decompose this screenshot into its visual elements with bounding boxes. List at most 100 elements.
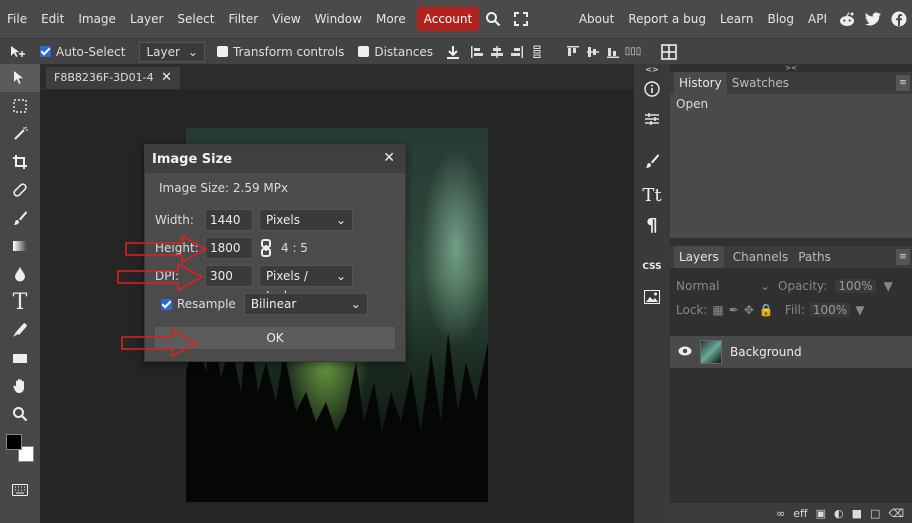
- align-middle-icon[interactable]: [583, 39, 603, 65]
- grid-icon[interactable]: [659, 39, 679, 65]
- menu-learn[interactable]: Learn: [713, 0, 761, 38]
- menu-filter[interactable]: Filter: [221, 0, 265, 38]
- document-tab[interactable]: F8B8236F-3D01-4 ✕: [46, 67, 180, 89]
- character-icon[interactable]: Tt: [634, 180, 670, 210]
- menu-api[interactable]: API: [801, 0, 834, 38]
- menu-file[interactable]: File: [0, 0, 34, 38]
- distances-option[interactable]: Distances: [358, 45, 433, 59]
- menu-edit[interactable]: Edit: [34, 0, 71, 38]
- align-bottom-icon[interactable]: [603, 39, 623, 65]
- lock-move-icon[interactable]: ✥: [744, 303, 754, 317]
- caret-down-icon[interactable]: ▼: [884, 279, 893, 293]
- keyboard-tool[interactable]: [0, 476, 40, 504]
- adjustment-layer-icon[interactable]: ◐: [834, 507, 844, 520]
- layer-select[interactable]: Layer ⌄: [139, 41, 205, 62]
- caret-down-icon[interactable]: ▼: [855, 303, 864, 317]
- menu-about[interactable]: About: [572, 0, 621, 38]
- fill-input[interactable]: 100%: [809, 303, 851, 317]
- auto-select-option[interactable]: Auto-Select: [40, 45, 125, 59]
- tab-channels[interactable]: Channels: [728, 246, 794, 268]
- search-icon[interactable]: [479, 0, 507, 38]
- tab-history[interactable]: History: [674, 72, 727, 94]
- transform-controls-option[interactable]: Transform controls: [216, 45, 344, 59]
- lock-paint-icon[interactable]: ✒: [729, 303, 739, 317]
- align-top-icon[interactable]: [563, 39, 583, 65]
- facebook-icon[interactable]: [886, 0, 912, 38]
- download-icon[interactable]: [443, 39, 463, 65]
- opacity-input[interactable]: 100%: [835, 279, 876, 293]
- align-left-icon[interactable]: [467, 39, 487, 65]
- chain-link-icon[interactable]: [261, 239, 273, 257]
- brush-settings-icon[interactable]: [634, 146, 670, 176]
- trash-icon[interactable]: ⌫: [888, 507, 904, 520]
- move-tool[interactable]: [0, 64, 40, 92]
- collapse-arrows-icon[interactable]: <>: [634, 64, 670, 74]
- close-icon[interactable]: ✕: [383, 150, 395, 166]
- fill-tool[interactable]: [0, 260, 40, 288]
- width-input[interactable]: 1440: [205, 209, 253, 231]
- menu-report-bug[interactable]: Report a bug: [621, 0, 713, 38]
- twitter-icon[interactable]: [860, 0, 886, 38]
- color-swatches[interactable]: [0, 428, 40, 468]
- new-layer-icon[interactable]: □: [870, 507, 880, 520]
- crop-tool[interactable]: [0, 148, 40, 176]
- tab-layers[interactable]: Layers: [674, 246, 724, 268]
- shape-tool[interactable]: [0, 344, 40, 372]
- layer-row[interactable]: Background: [670, 336, 912, 368]
- paragraph-icon[interactable]: ¶: [634, 210, 670, 240]
- distribute-horizontal-icon[interactable]: ▯▯▯: [623, 39, 643, 65]
- distribute-icon[interactable]: [527, 39, 547, 65]
- healing-tool[interactable]: [0, 176, 40, 204]
- menu-blog[interactable]: Blog: [760, 0, 801, 38]
- mask-icon[interactable]: ▣: [816, 507, 826, 520]
- dpi-unit-select[interactable]: Pixels / Inch ⌄: [259, 265, 353, 303]
- distances-checkbox[interactable]: [358, 46, 370, 57]
- text-tool[interactable]: T: [0, 288, 40, 316]
- foreground-color-swatch[interactable]: [6, 434, 22, 450]
- adjustments-icon[interactable]: [634, 104, 670, 134]
- menu-view[interactable]: View: [265, 0, 307, 38]
- gradient-tool[interactable]: [0, 232, 40, 260]
- history-entry[interactable]: Open: [676, 97, 906, 111]
- fullscreen-icon[interactable]: [507, 0, 535, 38]
- resample-method-select[interactable]: Bilinear ⌄: [243, 293, 368, 315]
- panel-menu-icon[interactable]: ≡: [896, 249, 910, 265]
- height-input[interactable]: 1800: [205, 237, 253, 259]
- brush-tool[interactable]: [0, 204, 40, 232]
- eye-icon[interactable]: [678, 345, 692, 359]
- link-layers-icon[interactable]: ∞: [776, 507, 785, 520]
- dialog-title-bar[interactable]: Image Size ✕: [145, 145, 405, 173]
- tab-swatches[interactable]: Swatches: [727, 72, 794, 94]
- close-icon[interactable]: ✕: [161, 67, 172, 89]
- transform-controls-checkbox[interactable]: [216, 46, 228, 57]
- align-right-icon[interactable]: [507, 39, 527, 65]
- collapse-arrows-icon[interactable]: ><: [670, 64, 912, 72]
- dpi-input[interactable]: 300: [205, 265, 253, 287]
- marquee-tool[interactable]: [0, 92, 40, 120]
- lock-transparency-icon[interactable]: ▦: [712, 303, 723, 317]
- tab-paths[interactable]: Paths: [793, 246, 836, 268]
- image-icon[interactable]: [634, 282, 670, 312]
- info-icon[interactable]: [634, 74, 670, 104]
- hand-tool[interactable]: [0, 372, 40, 400]
- width-unit-select[interactable]: Pixels ⌄: [259, 209, 353, 231]
- align-center-icon[interactable]: [487, 39, 507, 65]
- pen-tool[interactable]: [0, 316, 40, 344]
- folder-icon[interactable]: ■: [852, 507, 862, 520]
- auto-select-checkbox[interactable]: [40, 46, 51, 57]
- resample-checkbox[interactable]: [161, 298, 172, 310]
- account-button[interactable]: Account: [416, 7, 480, 31]
- zoom-tool[interactable]: [0, 400, 40, 428]
- menu-more[interactable]: More: [369, 0, 413, 38]
- magic-wand-tool[interactable]: [0, 120, 40, 148]
- menu-window[interactable]: Window: [308, 0, 369, 38]
- menu-image[interactable]: Image: [71, 0, 123, 38]
- panel-menu-icon[interactable]: ≡: [896, 75, 910, 91]
- reddit-icon[interactable]: [834, 0, 860, 38]
- blend-mode-select[interactable]: Normal ⌄: [676, 279, 770, 293]
- effects-icon[interactable]: eff: [793, 507, 807, 520]
- menu-layer[interactable]: Layer: [123, 0, 170, 38]
- lock-all-icon[interactable]: 🔒: [759, 303, 774, 317]
- menu-select[interactable]: Select: [170, 0, 221, 38]
- css-icon[interactable]: CSS: [634, 252, 670, 282]
